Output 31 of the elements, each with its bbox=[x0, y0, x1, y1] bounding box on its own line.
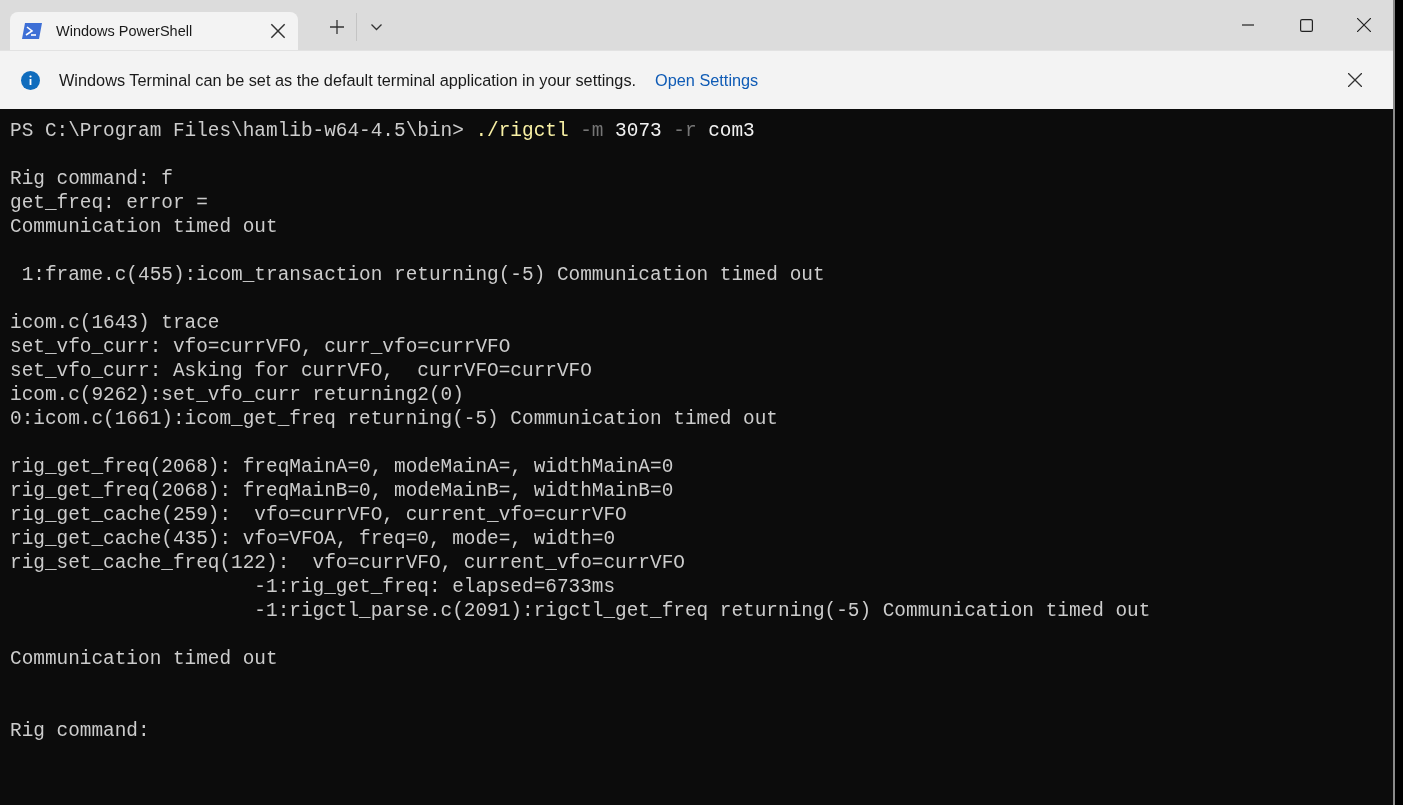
output-line: rig_get_cache(435): vfo=VFOA, freq=0, mode=, width=0 bbox=[10, 527, 616, 551]
open-settings-link[interactable]: Open Settings bbox=[655, 70, 759, 90]
info-icon bbox=[21, 70, 40, 90]
tab[interactable]: Windows PowerShell bbox=[10, 12, 298, 50]
close-icon bbox=[1348, 73, 1362, 87]
prompt-line: Rig command: bbox=[10, 719, 150, 743]
plus-icon bbox=[330, 20, 344, 34]
output-line: icom.c(9262):set_vfo_curr returning2(0) bbox=[10, 383, 464, 407]
output-line: Communication timed out bbox=[10, 647, 278, 671]
minimize-icon bbox=[1242, 24, 1254, 26]
info-message: Windows Terminal can be set as the default terminal application in your settings. bbox=[59, 70, 637, 90]
output-line: -1:rigctl_parse.c(2091):rigctl_get_freq returning(-5) Communication timed out bbox=[253, 599, 1151, 623]
close-icon bbox=[1357, 18, 1371, 32]
output-line: 0:icom.c(1661):icom_get_freq returning(-5) Communication timed out bbox=[10, 407, 778, 431]
output-line: 1:frame.c(455):icom_transaction returning(-5) Communication timed out bbox=[20, 263, 825, 287]
maximize-icon bbox=[1299, 18, 1313, 32]
command-line: PS C:\Program Files\hamlib-w64-4.5\bin> ./rigctl -m 3073 -r com3 bbox=[10, 119, 755, 143]
chevron-down-icon bbox=[370, 23, 382, 31]
output-line: Communication timed out bbox=[10, 215, 278, 239]
powershell-icon bbox=[22, 23, 42, 39]
output-line: rig_set_cache_freq(122): vfo=currVFO, current_vfo=currVFO bbox=[10, 551, 685, 575]
output-line: rig_get_cache(259): vfo=currVFO, current_vfo=currVFO bbox=[10, 503, 627, 527]
output-line: set_vfo_curr: Asking for currVFO, currVFO=currVFO bbox=[10, 359, 592, 383]
output-line: get_freq: error = bbox=[10, 191, 208, 215]
tab-title: Windows PowerShell bbox=[56, 23, 194, 39]
output-line: -1:rig_get_freq: elapsed=6733ms bbox=[253, 575, 616, 599]
output-line: set_vfo_curr: vfo=currVFO, curr_vfo=currVFO bbox=[10, 335, 511, 359]
output-line: rig_get_freq(2068): freqMainB=0, modeMainB=, widthMainB=0 bbox=[10, 479, 674, 503]
output-line: Rig command: f bbox=[10, 167, 173, 191]
output-line: rig_get_freq(2068): freqMainA=0, modeMainA=, widthMainA=0 bbox=[10, 455, 674, 479]
output-line: icom.c(1643) trace bbox=[10, 311, 220, 335]
